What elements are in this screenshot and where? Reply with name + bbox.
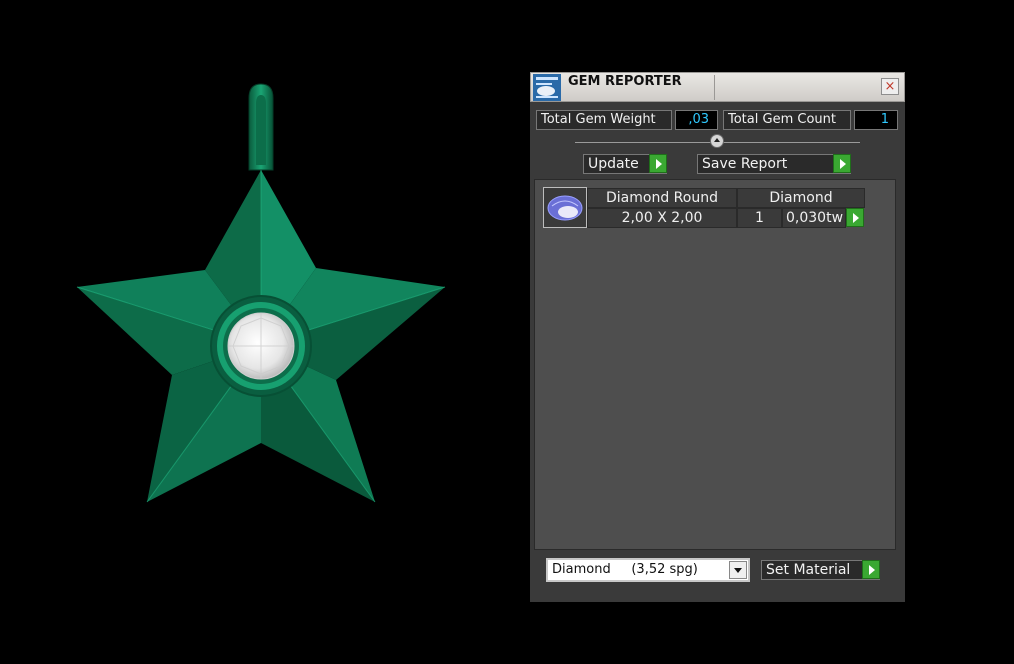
save-report-button[interactable]: Save Report <box>697 154 851 174</box>
save-report-button-label: Save Report <box>702 156 788 172</box>
gem-list: Diamond Round 2,00 X 2,00 Diamond 1 0,03… <box>534 179 896 550</box>
gem-reporter-app-icon <box>533 74 561 101</box>
total-gem-weight-value: ,03 <box>675 110 718 130</box>
set-material-button[interactable]: Set Material <box>761 560 880 580</box>
close-icon: × <box>884 79 896 94</box>
set-material-button-label: Set Material <box>766 562 851 578</box>
gem-shape-name: Diamond Round <box>587 188 737 208</box>
update-button-label: Update <box>588 156 639 172</box>
update-play-icon[interactable] <box>649 154 667 173</box>
save-report-play-icon[interactable] <box>833 154 851 173</box>
close-button[interactable]: × <box>881 78 899 95</box>
gem-reporter-panel: GEM REPORTER × Total Gem Weight ,03 Tota… <box>530 72 905 602</box>
title-bar[interactable]: GEM REPORTER × <box>530 72 905 102</box>
material-dropdown-value: Diamond (3,52 spg) <box>552 562 698 577</box>
material-dropdown[interactable]: Diamond (3,52 spg) <box>546 558 750 582</box>
update-button[interactable]: Update <box>583 154 667 174</box>
set-material-play-icon[interactable] <box>862 560 880 579</box>
viewport-3d[interactable] <box>0 0 520 664</box>
chevron-down-icon[interactable] <box>729 561 747 579</box>
star-pendant-model <box>76 83 446 503</box>
total-gem-count-label: Total Gem Count <box>723 110 851 130</box>
total-gem-count-value: 1 <box>854 110 898 130</box>
gem-weight: 0,030tw <box>782 208 846 228</box>
window-title: GEM REPORTER <box>568 74 682 89</box>
gem-size: 2,00 X 2,00 <box>587 208 737 228</box>
size-slider-thumb[interactable] <box>710 134 724 148</box>
gem-row-play-icon[interactable] <box>846 208 864 227</box>
total-gem-weight-label: Total Gem Weight <box>536 110 672 130</box>
gem-count: 1 <box>737 208 782 228</box>
title-divider <box>714 75 715 100</box>
gem-material: Diamond <box>737 188 865 208</box>
round-gem-icon <box>543 187 587 228</box>
